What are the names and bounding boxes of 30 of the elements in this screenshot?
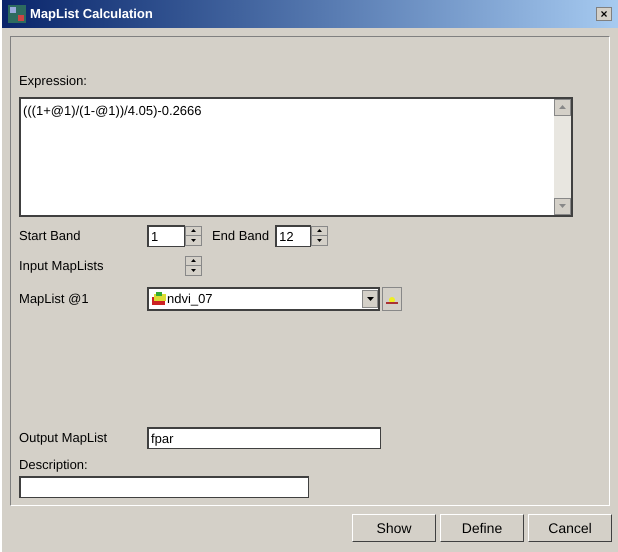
window-title: MapList Calculation [30, 5, 154, 24]
spinner[interactable] [185, 226, 202, 246]
start-band-label: Start Band [19, 226, 82, 245]
spinner[interactable] [185, 256, 202, 276]
spinner[interactable] [311, 226, 328, 246]
end-band-label: End Band [212, 226, 270, 245]
dialog-button[interactable]: Define [440, 514, 524, 542]
description-field[interactable] [19, 476, 309, 498]
app-icon [8, 5, 26, 23]
dialog-button[interactable]: Cancel [528, 514, 612, 542]
expression-text: (((1+@1)/(1-@1))/4.05)-0.2666 [22, 102, 202, 120]
sun-button[interactable] [382, 286, 402, 310]
input-maplists-label: Input MapLists [19, 256, 105, 275]
maplist-dropdown[interactable]: ndvi_07 [147, 286, 380, 310]
expression-field[interactable]: (((1+@1)/(1-@1))/4.05)-0.2666 [19, 96, 573, 216]
down-arrow-icon [559, 204, 566, 208]
end-band-field[interactable]: 12 [275, 224, 312, 246]
up-arrow-icon [559, 105, 566, 109]
output-maplist-field[interactable]: fpar [147, 426, 381, 448]
maplist-label: MapList @1 [19, 290, 90, 308]
layers-icon [151, 292, 167, 306]
description-label: Description: [19, 456, 89, 474]
maplist-value: ndvi_07 [167, 290, 214, 308]
dialog-button[interactable]: Show [352, 514, 436, 542]
output-maplist-label: Output MapList [19, 428, 108, 447]
start-band-field[interactable]: 1 [147, 224, 185, 246]
close-button[interactable]: × [596, 7, 612, 21]
scrollbar[interactable] [554, 98, 571, 214]
expression-label: Expression: [19, 72, 88, 90]
caret-icon [366, 296, 374, 300]
